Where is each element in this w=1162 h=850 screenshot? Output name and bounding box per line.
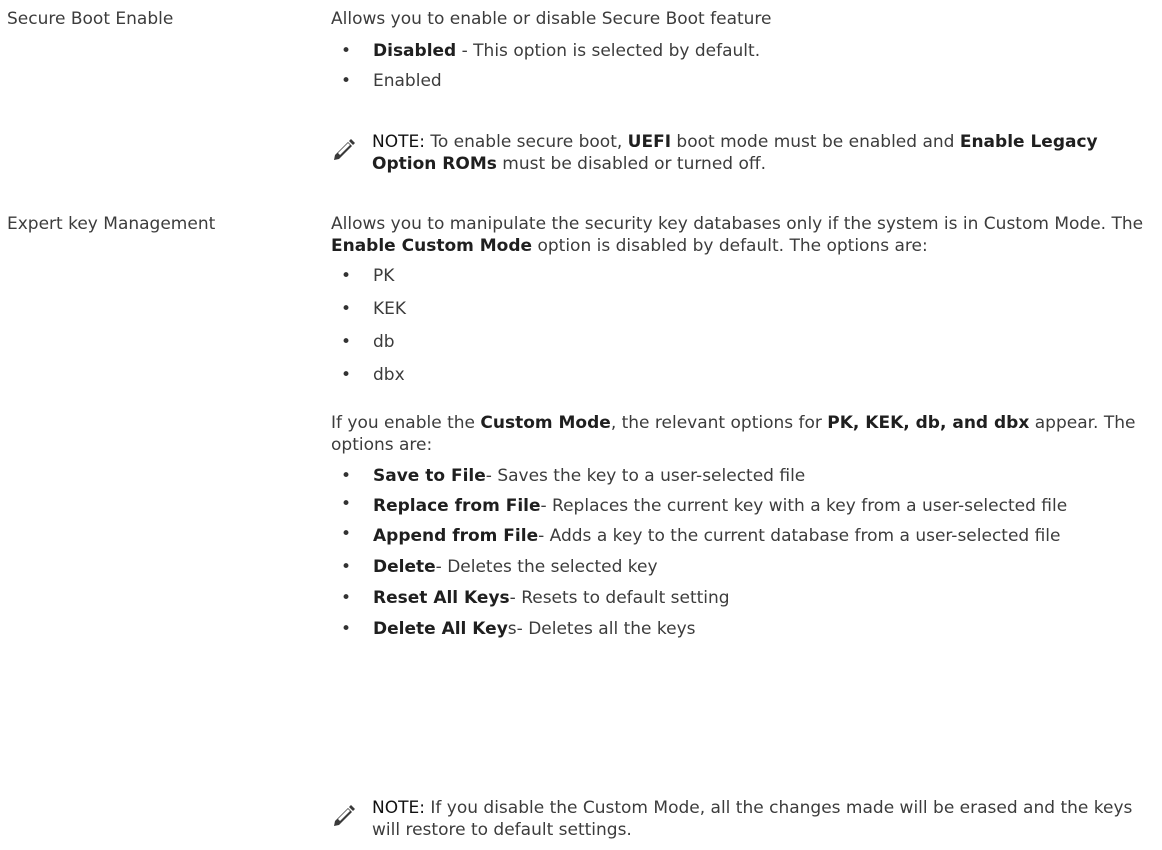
list-item: PK — [331, 265, 1151, 287]
description-text: If you enable the Custom Mode, the relev… — [331, 412, 1151, 456]
list-item: KEK — [331, 298, 1151, 320]
action-name: Save to File — [373, 466, 486, 486]
list-item: dbx — [331, 364, 1151, 386]
action-description: - Saves the key to a user-selected file — [485, 466, 806, 486]
action-name: Delete — [373, 557, 436, 577]
action-name: Append from File — [373, 526, 539, 546]
action-name: Replace from File — [373, 496, 541, 516]
row-label-expert-key-management: Expert key Management — [7, 214, 216, 234]
action-name: Delete All Key — [373, 619, 508, 639]
description-text: Allows you to manipulate the security ke… — [331, 213, 1151, 257]
note-custom-mode: NOTE: If you disable the Custom Mode, al… — [331, 797, 1161, 841]
action-description: s- Deletes all the keys — [507, 619, 696, 639]
text-segment: , the relevant options for — [610, 413, 828, 433]
key-list: PK KEK db dbx — [331, 265, 1151, 386]
description-text: Allows you to enable or disable Secure B… — [331, 9, 772, 29]
pencil-note-icon — [334, 139, 355, 160]
option-list: Disabled - This option is selected by de… — [331, 40, 1151, 92]
option-name: Disabled — [373, 41, 457, 61]
note-secure-boot: NOTE: To enable secure boot, UEFI boot m… — [331, 131, 1161, 175]
action-description: - Deletes the selected key — [435, 557, 658, 577]
list-item: Delete All Keys- Deletes all the keys — [331, 618, 1151, 640]
list-item: Disabled - This option is selected by de… — [331, 40, 1151, 62]
list-item: Append from File- Adds a key to the curr… — [331, 526, 1151, 545]
action-description: - Adds a key to the current database fro… — [538, 526, 1061, 546]
action-list: Save to File- Saves the key to a user-se… — [331, 465, 1151, 640]
option-name: Enabled — [373, 71, 442, 91]
row-description-expert-key-management: Allows you to manipulate the security ke… — [331, 213, 1151, 640]
text-segment: If you enable the — [331, 413, 481, 433]
pencil-note-icon — [334, 805, 355, 826]
text-segment: Allows you to manipulate the security ke… — [331, 214, 1144, 234]
list-item: db — [331, 331, 1151, 353]
emphasis: Enable Custom Mode — [331, 236, 533, 256]
note-segment: If you disable the Custom Mode, all the … — [372, 798, 1133, 840]
option-description: - This option is selected by default. — [456, 41, 761, 61]
note-segment: must be disabled or turned off. — [496, 154, 767, 174]
note-segment: boot mode must be enabled and — [671, 132, 960, 152]
note-text: NOTE: To enable secure boot, UEFI boot m… — [372, 131, 1161, 175]
note-label: NOTE: — [372, 132, 425, 152]
list-item: Reset All Keys- Resets to default settin… — [331, 587, 1151, 609]
note-label: NOTE: — [372, 798, 425, 818]
row-label-secure-boot-enable: Secure Boot Enable — [7, 9, 174, 29]
emphasis: PK, KEK, db, and dbx — [827, 413, 1030, 433]
text-segment: option is disabled by default. The optio… — [532, 236, 928, 256]
note-emphasis: UEFI — [627, 132, 672, 152]
list-item: Save to File- Saves the key to a user-se… — [331, 465, 1151, 487]
list-item: Enabled — [331, 70, 1151, 92]
action-description: - Replaces the current key with a key fr… — [540, 496, 1068, 516]
list-item: Delete- Deletes the selected key — [331, 556, 1151, 578]
note-segment: To enable secure boot, — [424, 132, 628, 152]
row-description-secure-boot-enable: Allows you to enable or disable Secure B… — [331, 8, 1151, 92]
list-item: Replace from File- Replaces the current … — [331, 496, 1151, 515]
action-description: - Resets to default setting — [509, 588, 730, 608]
emphasis: Custom Mode — [480, 413, 611, 433]
action-name: Reset All Keys — [373, 588, 510, 608]
note-text: NOTE: If you disable the Custom Mode, al… — [372, 797, 1161, 841]
